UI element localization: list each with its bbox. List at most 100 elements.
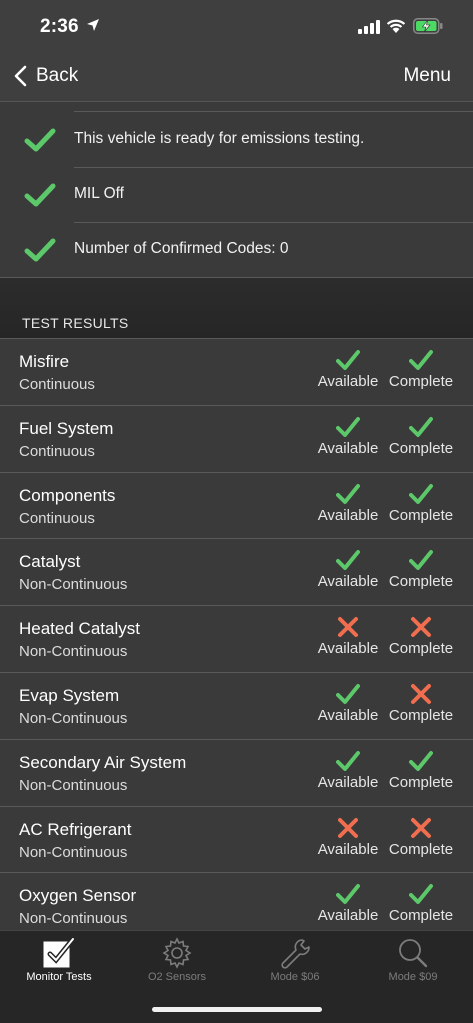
summary-text: Number of Confirmed Codes: 0 [74,240,289,257]
available-label: Available [317,573,379,591]
monitor-type: Non-Continuous [19,710,128,727]
complete-label: Complete [388,773,454,791]
cellular-signal-icon [358,20,380,34]
test-result-row[interactable]: AC Refrigerant Non-Continuous Available Com… [0,805,473,873]
complete-status: Complete [381,549,461,590]
monitor-name: Components [19,485,116,505]
wifi-icon [386,19,406,33]
complete-label: Complete [388,640,454,658]
check-icon [336,483,360,504]
cross-icon [411,817,431,838]
available-status: Available [308,883,388,924]
complete-status: Complete [381,883,461,924]
complete-label: Complete [388,439,454,457]
test-result-row[interactable]: Misfire Continuous Available Complete [0,338,473,405]
complete-label: Complete [388,373,454,390]
check-icon [336,416,360,437]
check-icon [409,750,433,771]
monitor-type: Continuous [19,442,95,460]
monitor-name: Heated Catalyst [19,619,140,639]
summary-text: MIL Off [74,185,124,202]
summary-item: This vehicle is ready for emissions test… [0,113,473,168]
cross-icon [338,617,358,638]
tab-mode-06[interactable]: Mode $06 [236,931,354,991]
check-icon [409,884,433,905]
wrench-icon [281,939,310,969]
available-label: Available [317,373,379,390]
navigation-bar: Back Menu [0,50,473,102]
cross-icon [411,617,431,638]
available-label: Available [317,907,379,925]
back-button[interactable]: Back [12,62,78,90]
complete-status: Complete [381,750,461,791]
check-icon [409,416,433,437]
complete-status: Complete [381,349,461,390]
monitor-type: Non-Continuous [19,576,128,594]
available-status: Available [308,483,388,524]
test-result-row[interactable]: Catalyst Non-Continuous Available Complete [0,538,473,605]
check-icon [336,750,360,771]
check-icon [409,550,433,571]
test-result-row[interactable]: Heated Catalyst Non-Continuous Available Co… [0,605,473,672]
monitor-name: Misfire [19,352,70,371]
monitor-name: Oxygen Sensor [19,886,137,906]
menu-button[interactable]: Menu [403,65,451,87]
cross-icon [411,684,431,704]
section-title: TEST RESULTS [22,315,129,331]
complete-label: Complete [388,840,454,858]
test-result-row[interactable]: Evap System Non-Continuous Available Comple… [0,672,473,739]
check-icon [409,483,433,504]
chevron-left-icon [14,65,27,87]
check-icon [24,238,56,262]
tab-label: Mode $06 [270,971,320,983]
available-label: Available [317,773,379,791]
monitor-type: Non-Continuous [19,910,128,928]
available-status: Available [308,750,388,791]
check-icon [24,128,56,152]
test-result-row[interactable]: Secondary Air System Non-Continuous Availa… [0,738,473,806]
check-icon [336,550,360,571]
monitor-type: Non-Continuous [19,643,128,661]
complete-label: Complete [388,707,454,724]
available-status: Available [308,416,388,457]
available-label: Available [317,506,379,524]
available-label: Available [317,439,379,457]
complete-status: Complete [381,817,461,858]
location-arrow-icon [87,19,99,31]
divider [74,111,473,112]
section-header: TEST RESULTS [0,278,473,338]
check-icon [336,884,360,905]
tab-monitor-tests[interactable]: Monitor Tests [0,931,118,991]
tab-label: Mode $09 [388,971,438,983]
tab-label: O2 Sensors [147,971,207,983]
summary-item: MIL Off [0,168,473,223]
back-label: Back [36,65,79,86]
summary-item: Number of Confirmed Codes: 0 [0,223,473,278]
available-status: Available [308,549,388,590]
status-time: 2:36 [40,16,79,37]
complete-label: Complete [388,573,454,591]
available-status: Available [308,616,388,657]
monitor-type: Continuous [19,509,95,527]
available-status: Available [308,349,388,390]
check-icon [24,183,56,207]
test-results-list[interactable]: Misfire Continuous Available Complete Fuel S… [0,338,473,930]
complete-status: Complete [381,683,461,724]
test-result-row[interactable]: Oxygen Sensor Non-Continuous Available Comp… [0,872,473,930]
tab-label: Monitor Tests [26,971,92,983]
test-result-row[interactable]: Fuel System Continuous Available Complete [0,404,473,472]
monitor-type: Non-Continuous [19,843,128,861]
magnifier-icon [399,939,428,968]
test-result-row[interactable]: Components Continuous Available Complete [0,471,473,539]
complete-status: Complete [381,483,461,524]
tab-mode-09[interactable]: Mode $09 [354,931,472,991]
checkbox-icon [43,937,76,968]
available-status: Available [308,683,388,724]
check-icon [409,350,433,370]
tab-o2-sensors[interactable]: O2 Sensors [118,931,236,991]
monitor-name: AC Refrigerant [19,819,132,839]
home-indicator[interactable] [152,1007,322,1012]
available-label: Available [317,840,379,858]
complete-status: Complete [381,416,461,457]
check-icon [336,684,360,704]
